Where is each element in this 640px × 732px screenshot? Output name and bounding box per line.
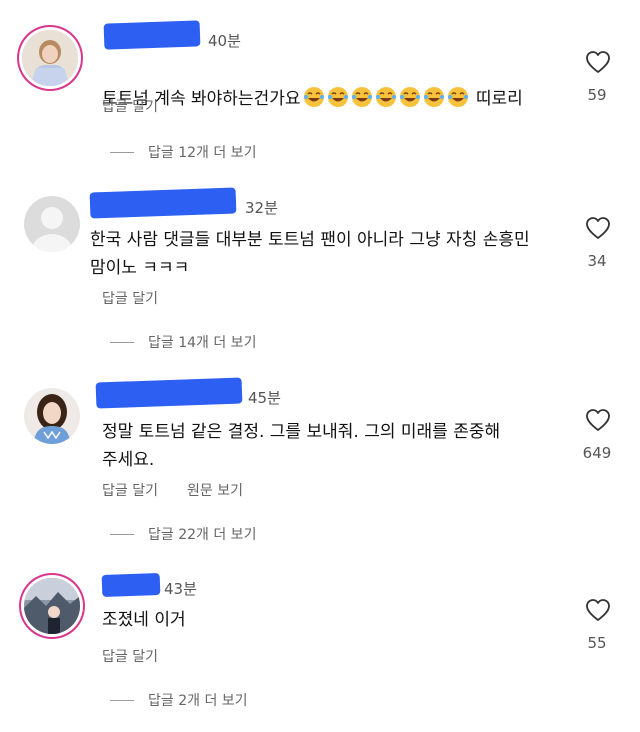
avatar[interactable] <box>24 578 80 634</box>
comment-text: 조졌네 이거 <box>102 610 186 630</box>
heart-icon[interactable] <box>585 408 611 432</box>
reply-button[interactable]: 답글 달기 <box>102 288 158 308</box>
avatar-photo <box>22 30 78 86</box>
like-count: 55 <box>587 634 607 652</box>
view-more-replies-label: 답글 22개 더 보기 <box>148 527 257 543</box>
avatar[interactable] <box>24 388 80 444</box>
timestamp: 40분 <box>208 32 241 50</box>
laugh-emoji-row <box>303 86 471 108</box>
see-original-button[interactable]: 원문 보기 <box>187 480 243 500</box>
laugh-emoji-icon <box>423 87 444 107</box>
view-more-replies-label: 답글 12개 더 보기 <box>148 145 257 161</box>
timestamp: 45분 <box>248 389 281 407</box>
laugh-emoji-icon <box>447 87 468 107</box>
laugh-emoji-icon <box>351 87 372 107</box>
timestamp: 43분 <box>164 580 197 598</box>
laugh-emoji-icon <box>375 87 396 107</box>
like-count: 59 <box>587 86 607 104</box>
comment-text: 한국 사람 댓글들 대부분 토트넘 팬이 아니라 그냥 자칭 손흥민 맘이노 ㅋ… <box>90 230 530 278</box>
comment-text: 정말 토트넘 같은 결정. 그를 보내줘. 그의 미래를 존중해 주세요. <box>102 422 501 470</box>
avatar-photo <box>24 578 80 634</box>
reply-button[interactable]: 답글 달기 <box>102 96 158 116</box>
username-redacted[interactable] <box>89 187 237 219</box>
divider-line <box>110 342 134 343</box>
like-count: 34 <box>587 252 607 270</box>
reply-button[interactable]: 답글 달기 <box>102 480 158 500</box>
like-count: 649 <box>582 444 612 462</box>
default-avatar-icon <box>24 196 80 252</box>
avatar[interactable] <box>24 196 80 252</box>
laugh-emoji-icon <box>327 87 348 107</box>
heart-icon[interactable] <box>585 216 611 240</box>
divider-line <box>110 152 134 153</box>
heart-icon[interactable] <box>585 50 611 74</box>
heart-icon[interactable] <box>585 598 611 622</box>
divider-line <box>110 700 134 701</box>
laugh-emoji-icon <box>399 87 420 107</box>
avatar[interactable] <box>22 30 78 86</box>
comment-text: 토트넘 계속 봐야하는건가요 띠로리 <box>102 57 523 113</box>
username-redacted[interactable] <box>103 20 201 50</box>
timestamp: 32분 <box>245 199 278 217</box>
username-redacted[interactable] <box>95 377 243 409</box>
laugh-emoji-icon <box>303 87 324 107</box>
avatar-photo <box>24 388 80 444</box>
view-more-replies-label: 답글 14개 더 보기 <box>148 335 257 351</box>
reply-button[interactable]: 답글 달기 <box>102 646 158 666</box>
username-redacted[interactable] <box>101 572 161 598</box>
view-more-replies-label: 답글 2개 더 보기 <box>148 693 248 709</box>
comment-text-end: 띠로리 <box>475 89 523 109</box>
divider-line <box>110 534 134 535</box>
